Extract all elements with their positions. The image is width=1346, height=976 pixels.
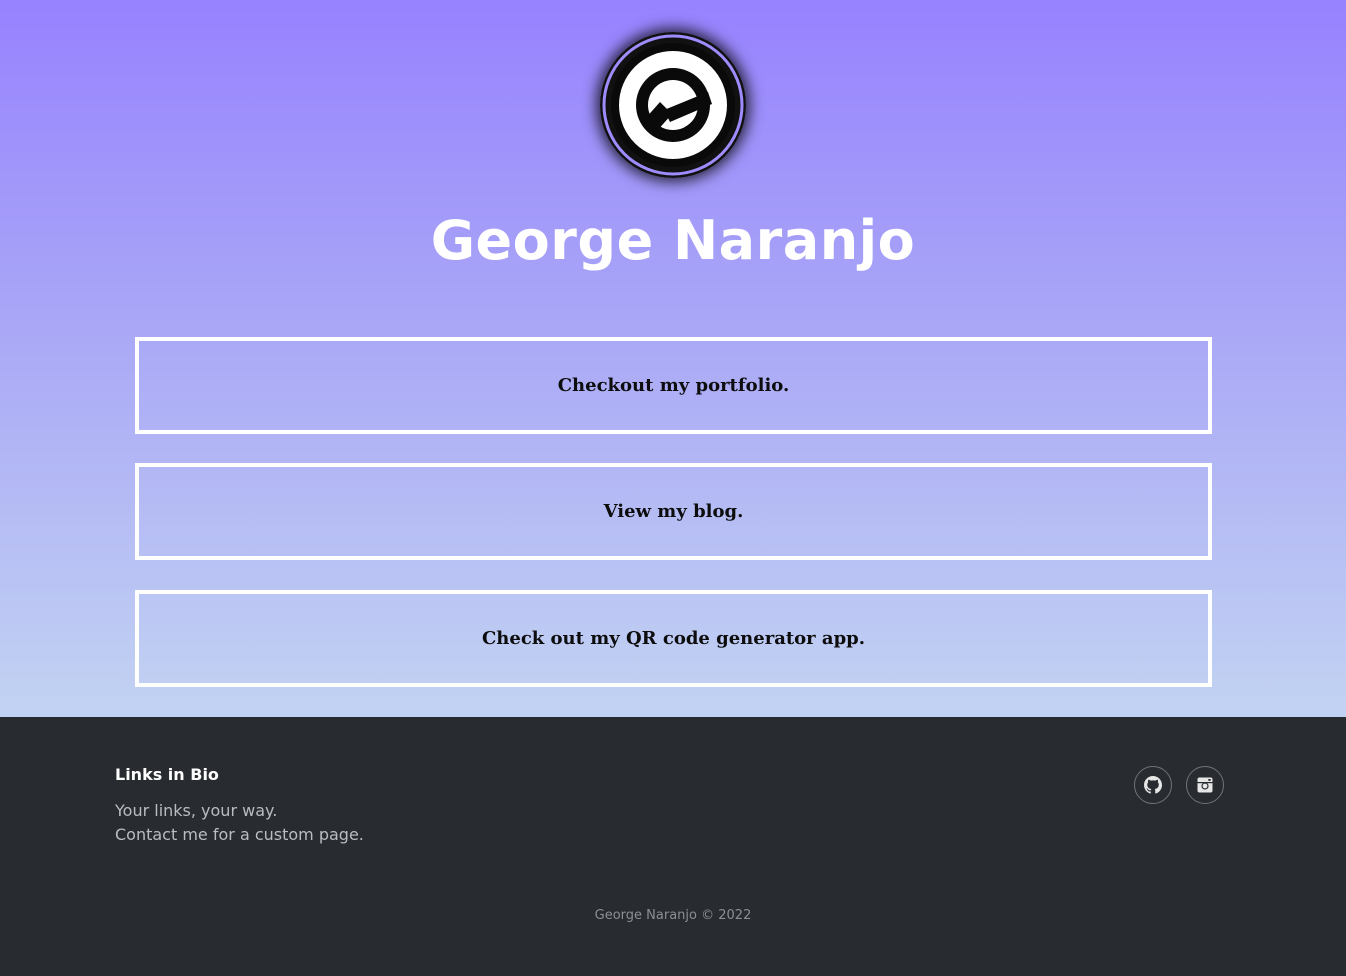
footer-title: Links in Bio xyxy=(115,765,219,784)
link-label: Checkout my portfolio. xyxy=(557,375,790,396)
copyright: George Naranjo © 2022 xyxy=(594,908,752,923)
link-label: View my blog. xyxy=(603,501,744,522)
profile-name: George Naranjo xyxy=(430,209,916,272)
link-label: Check out my QR code generator app. xyxy=(481,628,866,649)
logo-avatar-icon xyxy=(600,32,746,178)
hero-section: George Naranjo Checkout my portfolio. Vi… xyxy=(0,0,1346,717)
footer: Links in Bio Your links, your way. Conta… xyxy=(0,717,1346,976)
github-link[interactable] xyxy=(1134,766,1172,804)
footer-tagline: Your links, your way. xyxy=(115,801,278,820)
qr-app-link-button[interactable]: Check out my QR code generator app. xyxy=(135,590,1212,687)
instagram-link[interactable] xyxy=(1186,766,1224,804)
blog-link-button[interactable]: View my blog. xyxy=(135,463,1212,560)
github-icon xyxy=(1144,776,1162,794)
instagram-icon xyxy=(1197,777,1213,793)
portfolio-link-button[interactable]: Checkout my portfolio. xyxy=(135,337,1212,434)
footer-contact: Contact me for a custom page. xyxy=(115,825,364,844)
avatar xyxy=(600,32,746,178)
